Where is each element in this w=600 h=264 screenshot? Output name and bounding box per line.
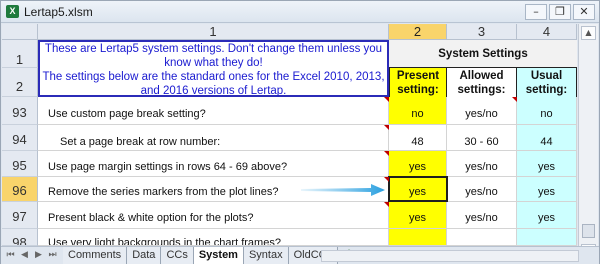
window-title: Lertap5.xlsm: [24, 5, 93, 19]
allowed-value-cell[interactable]: yes/no: [447, 177, 517, 202]
row-header-1[interactable]: 1: [2, 40, 38, 68]
comment-indicator: [384, 125, 389, 130]
header-line: settings:: [457, 84, 506, 96]
allowed-settings-header[interactable]: Allowed settings:: [447, 68, 517, 97]
present-value-cell[interactable]: no: [389, 97, 447, 125]
row-header-96[interactable]: 96: [2, 177, 38, 202]
comment-indicator: [512, 97, 517, 102]
allowed-value-cell[interactable]: [447, 229, 517, 246]
column-header-4[interactable]: 4: [517, 24, 577, 40]
header-line: Allowed: [459, 70, 504, 82]
row-header-97[interactable]: 97: [2, 202, 38, 229]
row-header-2[interactable]: 2: [2, 68, 38, 97]
row-header-93[interactable]: 93: [2, 97, 38, 125]
header-line: Present: [396, 70, 440, 82]
comment-indicator: [384, 97, 389, 102]
usual-value-cell[interactable]: 44: [517, 125, 577, 151]
last-sheet-icon[interactable]: ⏭: [46, 249, 59, 262]
note-line: know what they do!: [164, 57, 263, 69]
header-line: setting:: [397, 84, 439, 96]
header-line: Usual: [530, 70, 563, 82]
tab-comments[interactable]: Comments: [63, 247, 128, 264]
column-header-2[interactable]: 2: [389, 24, 447, 40]
arrow-annotation: [301, 184, 385, 196]
excel-app-icon: X: [6, 5, 19, 18]
setting-label[interactable]: Use page margin settings in rows 64 - 69…: [38, 151, 389, 177]
allowed-value-cell[interactable]: yes/no: [447, 202, 517, 229]
system-settings-note[interactable]: These are Lertap5 system settings. Don't…: [38, 40, 389, 97]
sheet-tab-bar: ⏮ ◀ ▶ ⏭ Comments Data CCs System Syntax …: [1, 246, 599, 264]
tab-system[interactable]: System: [192, 247, 244, 264]
comment-indicator: [384, 202, 389, 207]
scroll-thumb[interactable]: [582, 224, 595, 238]
note-line: The settings below are the standard ones…: [42, 71, 385, 83]
present-value-cell[interactable]: yes: [389, 202, 447, 229]
usual-setting-header[interactable]: Usual setting:: [517, 68, 577, 97]
usual-value-cell[interactable]: yes: [517, 202, 577, 229]
present-value-cell[interactable]: 48: [389, 125, 447, 151]
first-sheet-icon[interactable]: ⏮: [4, 249, 17, 262]
system-settings-title[interactable]: System Settings: [389, 40, 577, 68]
row-header-98[interactable]: 98: [2, 229, 38, 246]
horizontal-scrollbar[interactable]: [321, 250, 579, 262]
setting-label[interactable]: Use very light backgrounds in the chart …: [38, 229, 389, 246]
column-header-1[interactable]: 1: [38, 24, 389, 40]
active-cell-selection: [388, 176, 448, 202]
header-line: setting:: [525, 84, 568, 96]
tab-ccs[interactable]: CCs: [161, 247, 194, 264]
tab-syntax[interactable]: Syntax: [243, 247, 289, 264]
minimize-button[interactable]: –: [525, 4, 547, 20]
allowed-value-cell[interactable]: yes/no: [447, 151, 517, 177]
tab-data[interactable]: Data: [127, 247, 162, 264]
row-header-94[interactable]: 94: [2, 125, 38, 151]
excel-window: X Lertap5.xlsm – ❐ ✕ 1 2 3 4 1 2 These a…: [0, 0, 600, 264]
setting-label[interactable]: Present black & white option for the plo…: [38, 202, 389, 229]
allowed-value-cell[interactable]: yes/no: [447, 97, 517, 125]
usual-value-cell[interactable]: yes: [517, 151, 577, 177]
restore-button[interactable]: ❐: [549, 4, 571, 20]
present-value-cell[interactable]: [389, 229, 447, 246]
allowed-value-cell[interactable]: 30 - 60: [447, 125, 517, 151]
next-sheet-icon[interactable]: ▶: [32, 249, 45, 262]
usual-value-cell[interactable]: no: [517, 97, 577, 125]
setting-label[interactable]: Use custom page break setting?: [38, 97, 389, 125]
comment-indicator: [384, 177, 389, 182]
scroll-up-icon[interactable]: ▲: [581, 26, 596, 40]
comment-indicator: [384, 151, 389, 156]
present-value-cell[interactable]: yes: [389, 151, 447, 177]
usual-value-cell[interactable]: yes: [517, 177, 577, 202]
row-header-95[interactable]: 95: [2, 151, 38, 177]
vertical-scrollbar[interactable]: ▲ ▼: [578, 24, 598, 258]
title-bar: X Lertap5.xlsm – ❐ ✕: [1, 1, 599, 23]
prev-sheet-icon[interactable]: ◀: [18, 249, 31, 262]
column-header-3[interactable]: 3: [447, 24, 517, 40]
select-all-corner[interactable]: [2, 24, 38, 40]
setting-label[interactable]: Set a page break at row number:: [38, 125, 389, 151]
present-setting-header[interactable]: Present setting:: [389, 68, 447, 97]
usual-value-cell[interactable]: [517, 229, 577, 246]
close-button[interactable]: ✕: [573, 4, 595, 20]
note-line: These are Lertap5 system settings. Don't…: [44, 43, 383, 55]
note-line: and 2016 versions of Lertap.: [140, 85, 287, 97]
